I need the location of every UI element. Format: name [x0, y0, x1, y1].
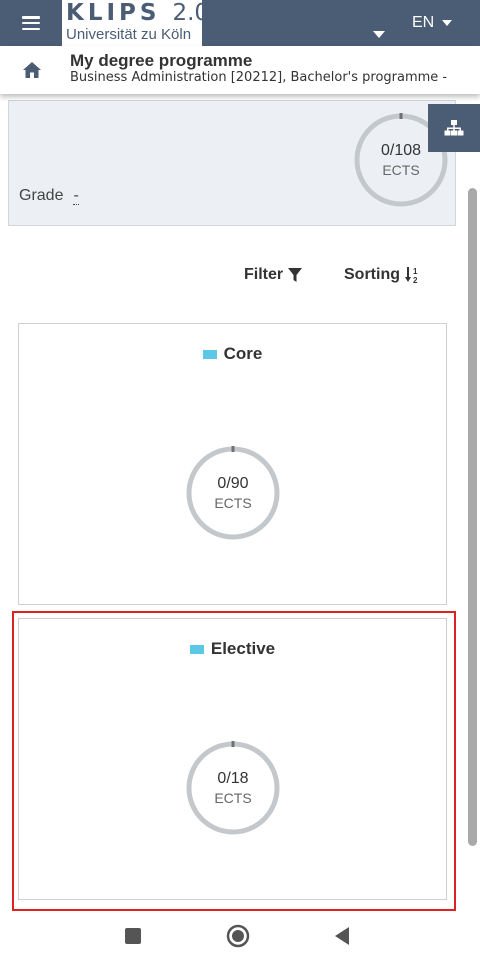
tree-view-button[interactable]: [428, 104, 480, 152]
programme-name: Business Administration [20212], Bachelo…: [70, 70, 448, 85]
module-header: Core: [19, 344, 446, 364]
logo-main: KLIPS: [66, 0, 161, 26]
module-color-swatch: [202, 349, 217, 359]
square-icon: [125, 928, 141, 944]
module-ects-unit: ECTS: [214, 495, 252, 511]
module-name: Core: [223, 344, 263, 363]
hamburger-icon: [22, 16, 40, 30]
module-card-core[interactable]: Core 0/90 ECTS: [18, 323, 447, 605]
recents-button[interactable]: [117, 920, 149, 952]
logo-version: 2.0: [172, 0, 210, 26]
sorting-label: Sorting: [344, 266, 400, 283]
home-nav-button[interactable]: [222, 920, 254, 952]
menu-button[interactable]: [0, 0, 62, 46]
home-icon: [23, 62, 41, 78]
scrollbar[interactable]: [468, 188, 477, 846]
chevron-down-icon: [442, 20, 453, 26]
circle-icon: [226, 924, 250, 948]
back-button[interactable]: [326, 920, 358, 952]
klips-logo[interactable]: KLIPS 2.0 Universität zu Köln: [62, 0, 209, 46]
module-ects-value: 0/90: [217, 475, 249, 492]
page-header: My degree programme Business Administrat…: [0, 46, 480, 94]
language-selector[interactable]: EN: [412, 0, 453, 46]
total-ects-value: 0/108: [380, 142, 422, 159]
system-navigation-bar: [0, 912, 480, 960]
grade-label: Grade: [19, 187, 64, 204]
filter-icon: [288, 268, 303, 282]
svg-text:1: 1: [413, 267, 418, 276]
language-label: EN: [412, 14, 435, 31]
sorting-button[interactable]: Sorting 1 2: [344, 264, 420, 286]
triangle-back-icon: [335, 927, 349, 945]
home-button[interactable]: [18, 56, 46, 84]
filter-button[interactable]: Filter: [244, 264, 303, 286]
logo-subtitle: Universität zu Köln: [66, 26, 192, 43]
filter-label: Filter: [244, 266, 284, 283]
svg-text:2: 2: [413, 276, 418, 284]
sitemap-icon: [444, 120, 464, 136]
page-title: My degree programme: [70, 51, 253, 70]
module-ects-ring: 0/90 ECTS: [184, 444, 282, 542]
top-bar: KLIPS 2.0 Universität zu Köln EN: [0, 0, 480, 46]
chevron-down-icon[interactable]: [373, 31, 385, 38]
selection-highlight: [12, 611, 456, 911]
total-ects-unit: ECTS: [382, 162, 420, 178]
programme-summary-card: Grade - 0/108 ECTS: [8, 100, 456, 226]
sort-icon: 1 2: [405, 267, 418, 284]
grade-row: Grade -: [19, 187, 79, 205]
grade-value: -: [73, 187, 79, 205]
